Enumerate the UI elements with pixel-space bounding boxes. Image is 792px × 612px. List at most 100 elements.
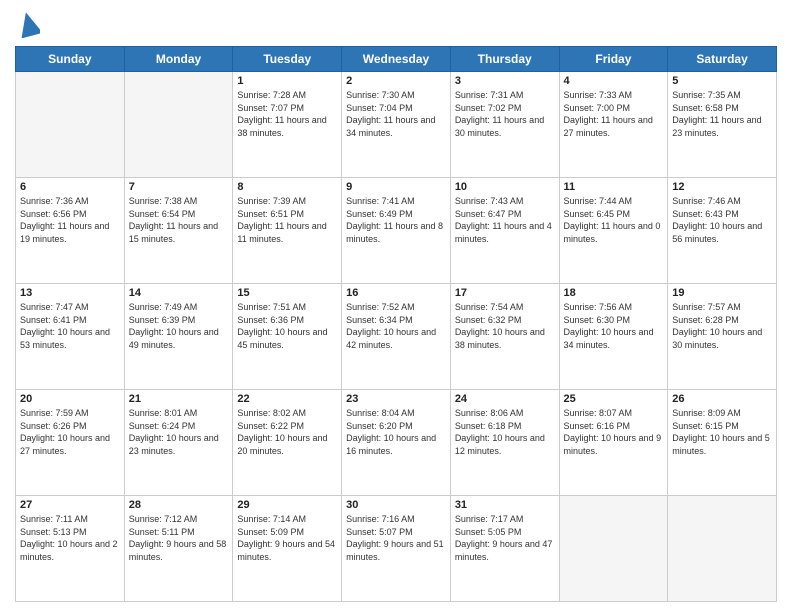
day-number: 8 [237,181,337,193]
day-info: Sunrise: 7:54 AMSunset: 6:32 PMDaylight:… [455,301,555,351]
day-info: Sunrise: 7:44 AMSunset: 6:45 PMDaylight:… [564,195,664,245]
day-info: Sunrise: 7:12 AMSunset: 5:11 PMDaylight:… [129,513,229,563]
day-number: 23 [346,393,446,405]
calendar-cell [124,72,233,178]
day-number: 30 [346,499,446,511]
calendar-cell: 11 Sunrise: 7:44 AMSunset: 6:45 PMDayligh… [559,178,668,284]
day-info: Sunrise: 7:59 AMSunset: 6:26 PMDaylight:… [20,407,120,457]
day-number: 20 [20,393,120,405]
col-sunday: Sunday [16,47,125,72]
day-number: 1 [237,75,337,87]
day-info: Sunrise: 7:56 AMSunset: 6:30 PMDaylight:… [564,301,664,351]
calendar-cell: 21 Sunrise: 8:01 AMSunset: 6:24 PMDayligh… [124,390,233,496]
day-info: Sunrise: 8:07 AMSunset: 6:16 PMDaylight:… [564,407,664,457]
calendar-week-row: 13 Sunrise: 7:47 AMSunset: 6:41 PMDayligh… [16,284,777,390]
day-info: Sunrise: 8:06 AMSunset: 6:18 PMDaylight:… [455,407,555,457]
day-number: 25 [564,393,664,405]
day-number: 19 [672,287,772,299]
calendar-cell: 20 Sunrise: 7:59 AMSunset: 6:26 PMDayligh… [16,390,125,496]
calendar-header-row: Sunday Monday Tuesday Wednesday Thursday… [16,47,777,72]
page: Sunday Monday Tuesday Wednesday Thursday… [0,0,792,612]
logo-icon [18,10,40,38]
calendar-cell [668,496,777,602]
day-info: Sunrise: 7:17 AMSunset: 5:05 PMDaylight:… [455,513,555,563]
day-info: Sunrise: 8:04 AMSunset: 6:20 PMDaylight:… [346,407,446,457]
col-thursday: Thursday [450,47,559,72]
calendar-cell: 13 Sunrise: 7:47 AMSunset: 6:41 PMDayligh… [16,284,125,390]
day-info: Sunrise: 7:43 AMSunset: 6:47 PMDaylight:… [455,195,555,245]
day-number: 22 [237,393,337,405]
col-tuesday: Tuesday [233,47,342,72]
day-info: Sunrise: 7:16 AMSunset: 5:07 PMDaylight:… [346,513,446,563]
day-number: 29 [237,499,337,511]
day-number: 18 [564,287,664,299]
day-info: Sunrise: 7:36 AMSunset: 6:56 PMDaylight:… [20,195,120,245]
day-info: Sunrise: 7:38 AMSunset: 6:54 PMDaylight:… [129,195,229,245]
day-info: Sunrise: 7:14 AMSunset: 5:09 PMDaylight:… [237,513,337,563]
day-info: Sunrise: 7:31 AMSunset: 7:02 PMDaylight:… [455,89,555,139]
day-number: 7 [129,181,229,193]
calendar-cell: 8 Sunrise: 7:39 AMSunset: 6:51 PMDaylight… [233,178,342,284]
calendar-week-row: 27 Sunrise: 7:11 AMSunset: 5:13 PMDayligh… [16,496,777,602]
calendar-cell: 15 Sunrise: 7:51 AMSunset: 6:36 PMDayligh… [233,284,342,390]
day-number: 6 [20,181,120,193]
calendar-cell: 5 Sunrise: 7:35 AMSunset: 6:58 PMDaylight… [668,72,777,178]
day-number: 15 [237,287,337,299]
logo [15,10,40,38]
calendar-cell: 14 Sunrise: 7:49 AMSunset: 6:39 PMDayligh… [124,284,233,390]
day-number: 2 [346,75,446,87]
day-info: Sunrise: 7:47 AMSunset: 6:41 PMDaylight:… [20,301,120,351]
calendar-cell: 19Sunrise: 7:57 AMSunset: 6:28 PMDayligh… [668,284,777,390]
calendar-cell: 2 Sunrise: 7:30 AMSunset: 7:04 PMDaylight… [342,72,451,178]
calendar-cell: 18 Sunrise: 7:56 AMSunset: 6:30 PMDayligh… [559,284,668,390]
calendar-cell: 24 Sunrise: 8:06 AMSunset: 6:18 PMDayligh… [450,390,559,496]
day-info: Sunrise: 7:35 AMSunset: 6:58 PMDaylight:… [672,89,772,139]
day-number: 28 [129,499,229,511]
day-info: Sunrise: 8:02 AMSunset: 6:22 PMDaylight:… [237,407,337,457]
day-number: 13 [20,287,120,299]
calendar-cell: 23 Sunrise: 8:04 AMSunset: 6:20 PMDayligh… [342,390,451,496]
day-number: 26 [672,393,772,405]
day-number: 17 [455,287,555,299]
calendar-cell: 26 Sunrise: 8:09 AMSunset: 6:15 PMDayligh… [668,390,777,496]
calendar-cell: 10 Sunrise: 7:43 AMSunset: 6:47 PMDayligh… [450,178,559,284]
day-info: Sunrise: 7:11 AMSunset: 5:13 PMDaylight:… [20,513,120,563]
calendar-cell: 12Sunrise: 7:46 AMSunset: 6:43 PMDayligh… [668,178,777,284]
calendar-cell: 31Sunrise: 7:17 AMSunset: 5:05 PMDayligh… [450,496,559,602]
day-number: 24 [455,393,555,405]
calendar-cell: 1Sunrise: 7:28 AMSunset: 7:07 PMDaylight… [233,72,342,178]
day-number: 21 [129,393,229,405]
day-info: Sunrise: 8:09 AMSunset: 6:15 PMDaylight:… [672,407,772,457]
col-saturday: Saturday [668,47,777,72]
day-info: Sunrise: 7:49 AMSunset: 6:39 PMDaylight:… [129,301,229,351]
calendar-cell: 28 Sunrise: 7:12 AMSunset: 5:11 PMDayligh… [124,496,233,602]
day-number: 5 [672,75,772,87]
calendar-cell: 7 Sunrise: 7:38 AMSunset: 6:54 PMDaylight… [124,178,233,284]
calendar-cell: 4Sunrise: 7:33 AMSunset: 7:00 PMDaylight… [559,72,668,178]
day-number: 27 [20,499,120,511]
col-monday: Monday [124,47,233,72]
day-info: Sunrise: 7:52 AMSunset: 6:34 PMDaylight:… [346,301,446,351]
calendar-week-row: 6 Sunrise: 7:36 AMSunset: 6:56 PMDaylight… [16,178,777,284]
day-info: Sunrise: 7:46 AMSunset: 6:43 PMDaylight:… [672,195,772,245]
day-info: Sunrise: 7:33 AMSunset: 7:00 PMDaylight:… [564,89,664,139]
day-number: 14 [129,287,229,299]
day-info: Sunrise: 7:51 AMSunset: 6:36 PMDaylight:… [237,301,337,351]
day-info: Sunrise: 8:01 AMSunset: 6:24 PMDaylight:… [129,407,229,457]
calendar-cell [559,496,668,602]
calendar-cell: 27 Sunrise: 7:11 AMSunset: 5:13 PMDayligh… [16,496,125,602]
calendar-cell: 25 Sunrise: 8:07 AMSunset: 6:16 PMDayligh… [559,390,668,496]
calendar-cell [16,72,125,178]
day-info: Sunrise: 7:41 AMSunset: 6:49 PMDaylight:… [346,195,446,245]
calendar-cell: 3 Sunrise: 7:31 AMSunset: 7:02 PMDaylight… [450,72,559,178]
day-info: Sunrise: 7:30 AMSunset: 7:04 PMDaylight:… [346,89,446,139]
col-wednesday: Wednesday [342,47,451,72]
calendar-cell: 30 Sunrise: 7:16 AMSunset: 5:07 PMDayligh… [342,496,451,602]
calendar-cell: 16 Sunrise: 7:52 AMSunset: 6:34 PMDayligh… [342,284,451,390]
calendar-table: Sunday Monday Tuesday Wednesday Thursday… [15,46,777,602]
day-number: 10 [455,181,555,193]
day-number: 16 [346,287,446,299]
day-info: Sunrise: 7:39 AMSunset: 6:51 PMDaylight:… [237,195,337,245]
day-number: 11 [564,181,664,193]
day-number: 3 [455,75,555,87]
